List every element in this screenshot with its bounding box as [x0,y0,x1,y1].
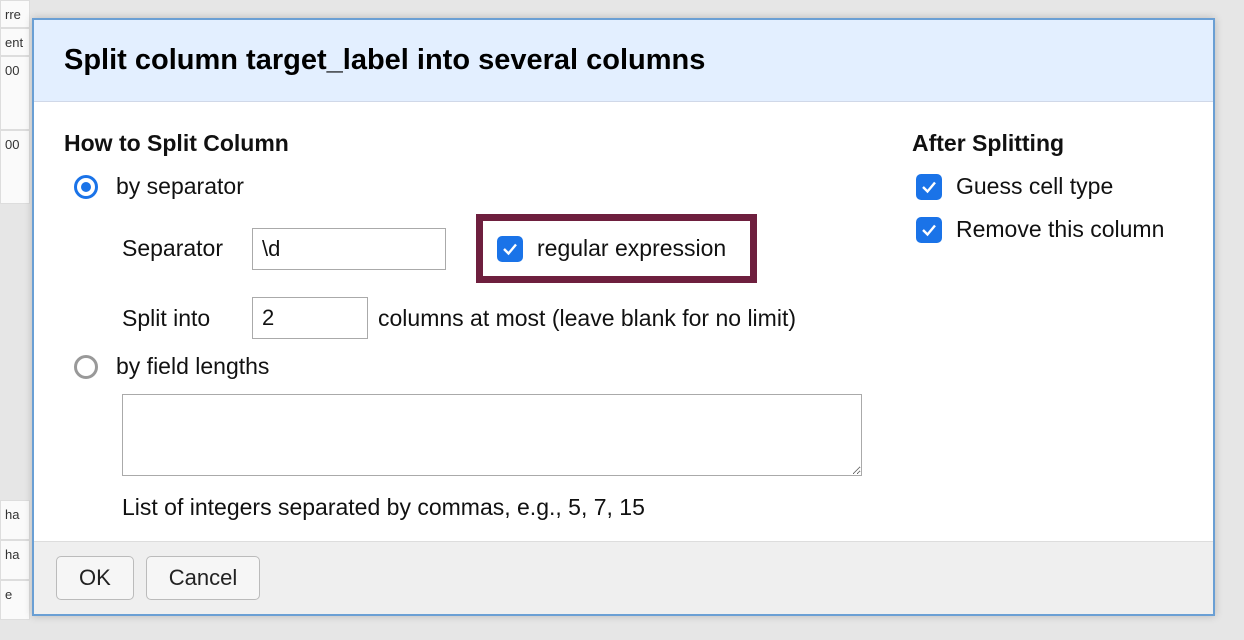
splitinto-row: Split into columns at most (leave blank … [122,297,862,339]
dialog-footer: OK Cancel [34,541,1213,614]
bg-cell: ha [0,500,30,540]
fieldlen-textarea[interactable] [122,394,862,476]
dialog-body: How to Split Column by separator Separat… [34,102,1213,541]
after-splitting-section: After Splitting Guess cell type Remove t… [902,130,1183,531]
separator-input[interactable] [252,228,446,270]
radio-by-separator-label: by separator [116,173,244,200]
cancel-button[interactable]: Cancel [146,556,260,600]
check-icon [920,178,938,196]
regex-checkbox-label: regular expression [537,235,726,262]
remove-column-checkbox[interactable] [916,217,942,243]
bg-cell: ent [0,28,30,56]
split-column-dialog: Split column target_label into several c… [32,18,1215,616]
bg-cell: rre [0,0,30,28]
dialog-title: Split column target_label into several c… [64,44,1183,77]
regex-highlight-box: regular expression [476,214,757,283]
bg-cell: e [0,580,30,620]
remove-column-label: Remove this column [956,216,1164,243]
bg-cell: ha [0,540,30,580]
regex-checkbox[interactable] [497,236,523,262]
separator-label: Separator [122,235,252,262]
splitinto-suffix: columns at most (leave blank for no limi… [378,305,796,332]
ok-button[interactable]: OK [56,556,134,600]
separator-subgroup: Separator regular expression Split into … [122,214,862,339]
bg-cell: 00 [0,56,30,130]
radio-by-separator-row: by separator [74,173,862,200]
guess-celltype-label: Guess cell type [956,173,1113,200]
splitinto-label: Split into [122,305,252,332]
check-icon [501,240,519,258]
radio-by-fieldlen-row: by field lengths [74,353,862,380]
splitinto-input[interactable] [252,297,368,339]
fieldlen-subgroup: List of integers separated by commas, e.… [122,394,862,521]
radio-by-separator[interactable] [74,175,98,199]
section-heading-after: After Splitting [912,130,1183,157]
remove-column-row: Remove this column [916,216,1183,243]
check-icon [920,221,938,239]
split-method-section: How to Split Column by separator Separat… [64,130,902,531]
separator-row: Separator regular expression [122,214,862,283]
section-heading-split: How to Split Column [64,130,862,157]
radio-by-fieldlen-label: by field lengths [116,353,269,380]
radio-by-fieldlen[interactable] [74,355,98,379]
guess-celltype-row: Guess cell type [916,173,1183,200]
bg-cell: 00 [0,130,30,204]
guess-celltype-checkbox[interactable] [916,174,942,200]
fieldlen-hint: List of integers separated by commas, e.… [122,494,862,521]
dialog-header: Split column target_label into several c… [34,20,1213,102]
